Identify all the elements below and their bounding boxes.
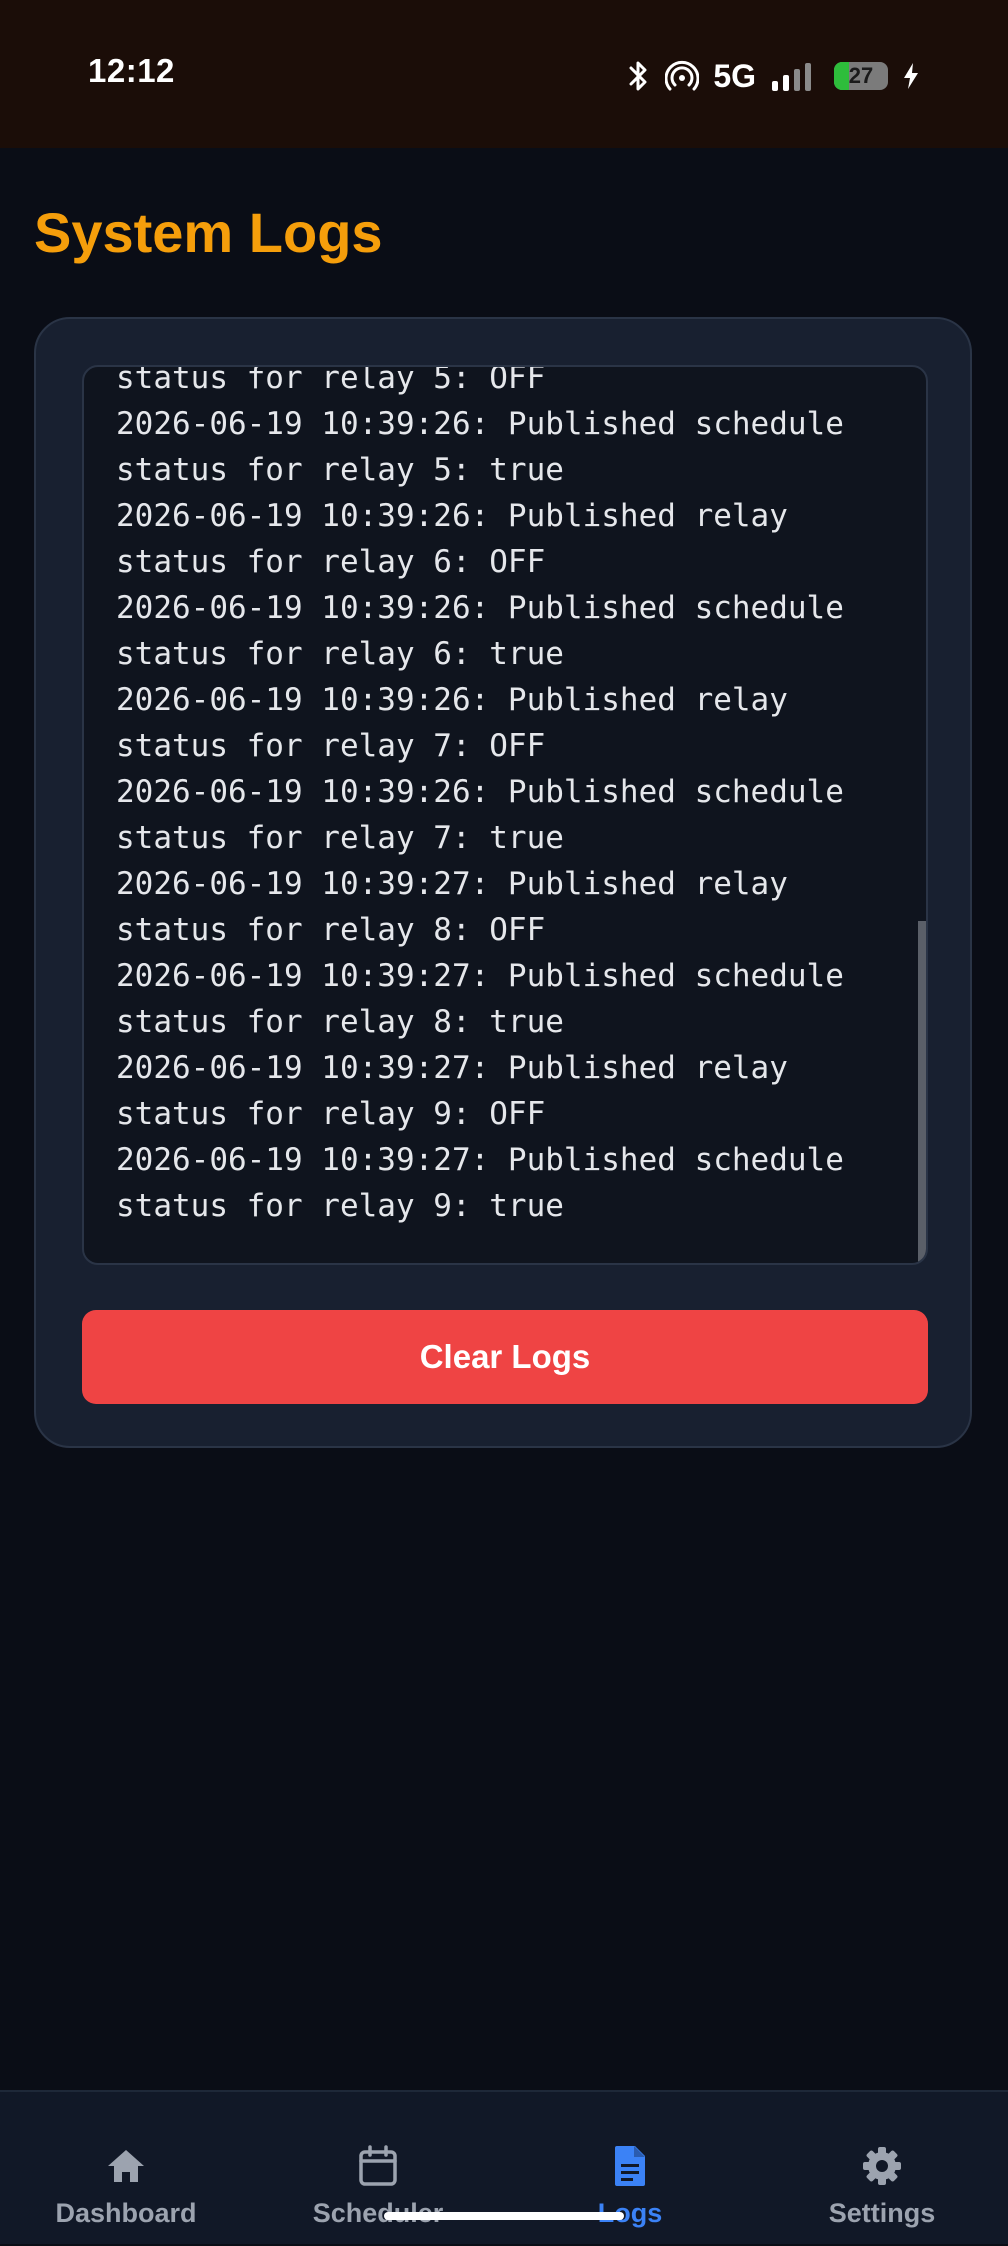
page-title: System Logs: [34, 201, 383, 264]
logs-card: status for relay 5: OFF 2026-06-19 10:39:…: [34, 317, 972, 1448]
battery-icon: 27: [834, 62, 888, 90]
status-icons: 5G 27: [627, 56, 920, 96]
log-line: 2026-06-19 10:39:26: Published schedule: [116, 406, 844, 442]
hotspot-icon: [665, 59, 700, 93]
nav-item-scheduler[interactable]: Scheduler: [252, 2092, 504, 2246]
status-time: 12:12: [88, 52, 175, 89]
nav-label-settings: Settings: [828, 2198, 936, 2228]
nav-item-dashboard[interactable]: Dashboard: [0, 2092, 252, 2246]
battery-level: 27: [848, 63, 874, 88]
bluetooth-icon: [627, 59, 651, 93]
log-line: status for relay 6: OFF: [116, 544, 546, 580]
home-indicator[interactable]: [384, 2212, 624, 2220]
log-line: status for relay 8: OFF: [116, 912, 546, 948]
log-line: status for relay 9: true: [116, 1188, 564, 1224]
network-label: 5G: [713, 57, 756, 94]
nav-item-logs[interactable]: Logs: [504, 2092, 756, 2246]
log-lines: status for relay 5: OFF 2026-06-19 10:39:…: [84, 365, 926, 1229]
log-line: 2026-06-19 10:39:26: Published relay: [116, 682, 788, 718]
log-line: 2026-06-19 10:39:26: Published schedule: [116, 774, 844, 810]
log-line: status for relay 5: true: [116, 452, 564, 488]
nav-label-dashboard: Dashboard: [55, 2198, 197, 2228]
log-line: 2026-06-19 10:39:26: Published schedule: [116, 590, 844, 626]
log-line: status for relay 7: OFF: [116, 728, 546, 764]
log-line: 2026-06-19 10:39:26: Published relay: [116, 498, 788, 534]
log-line: status for relay 5: OFF: [116, 365, 546, 396]
document-icon: [608, 2144, 652, 2188]
calendar-icon: [356, 2144, 400, 2188]
home-icon: [104, 2144, 148, 2188]
log-line: status for relay 6: true: [116, 636, 564, 672]
signal-icon: [770, 61, 820, 91]
log-line: status for relay 9: OFF: [116, 1096, 546, 1132]
log-scrollbar[interactable]: [918, 921, 926, 1263]
log-output[interactable]: status for relay 5: OFF 2026-06-19 10:39:…: [82, 365, 928, 1265]
log-line: 2026-06-19 10:39:27: Published schedule: [116, 1142, 844, 1178]
status-bar: 12:12 5G 27: [0, 0, 1008, 148]
log-line: 2026-06-19 10:39:27: Published relay: [116, 1050, 788, 1086]
log-line: status for relay 8: true: [116, 1004, 564, 1040]
gear-icon: [860, 2144, 904, 2188]
log-line: 2026-06-19 10:39:27: Published relay: [116, 866, 788, 902]
clear-logs-button[interactable]: Clear Logs: [82, 1310, 928, 1404]
bottom-nav: Dashboard Scheduler Logs Settings: [0, 2090, 1008, 2244]
log-line: 2026-06-19 10:39:27: Published schedule: [116, 958, 844, 994]
charging-icon: [902, 62, 920, 90]
nav-item-settings[interactable]: Settings: [756, 2092, 1008, 2246]
log-line: status for relay 7: true: [116, 820, 564, 856]
